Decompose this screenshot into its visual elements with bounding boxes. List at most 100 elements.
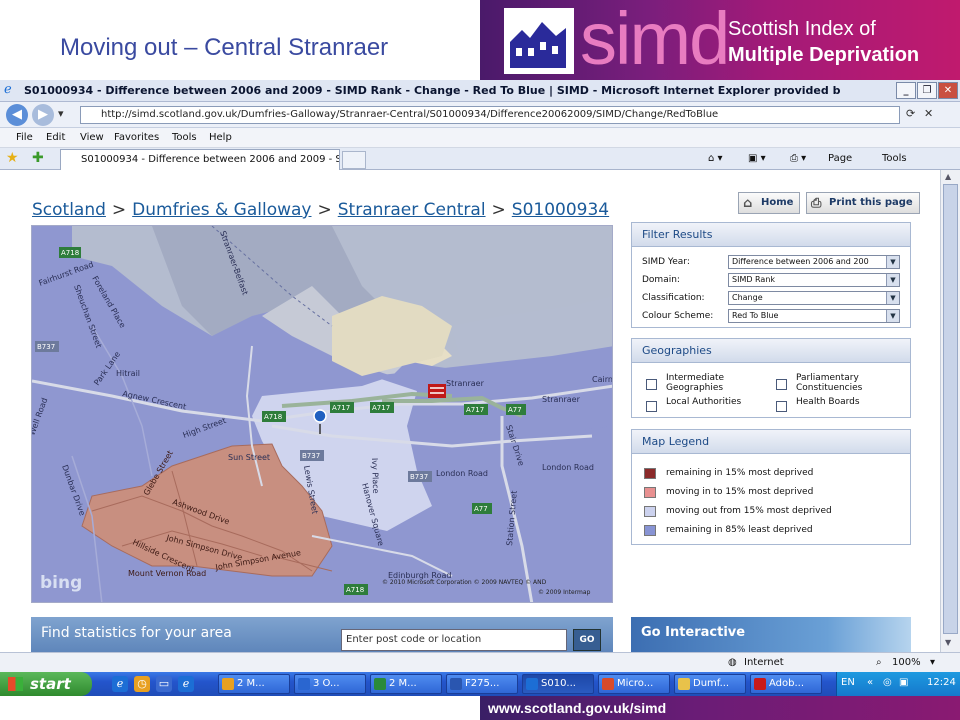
breadcrumb-scotland[interactable]: Scotland [32,200,106,220]
road-a717-a: A717 [332,404,350,412]
map-canvas[interactable]: A718 B737 A718 A717 A717 A717 A77 B737 B… [32,226,613,603]
taskbar-button-4[interactable]: F275... [446,674,518,694]
rail-station-icon [428,384,446,398]
url-field[interactable]: http://simd.scotland.gov.uk/Dumfries-Gal… [80,106,900,124]
go-interactive-banner[interactable]: Go Interactive [631,617,911,652]
domain-select[interactable]: SIMD Rank ▼ [728,273,900,287]
back-button[interactable]: ◀ [6,104,28,126]
scroll-up-icon[interactable]: ▲ [945,172,951,181]
breadcrumb: Scotland > Dumfries & Galloway > Stranraer C… [32,200,610,220]
taskbar-button-3[interactable]: 2 M... [370,674,442,694]
colour-scheme-select[interactable]: Red To Blue ▼ [728,309,900,323]
menu-favorites[interactable]: Favorites [114,132,159,143]
map-legend-heading: Map Legend [632,430,910,454]
stop-icon[interactable]: ✕ [924,107,933,120]
vertical-scrollbar[interactable]: ▲ ▼ [940,170,960,652]
zoom-level[interactable]: 100% [892,657,921,668]
menu-file[interactable]: File [16,132,33,143]
home-icon[interactable]: ⌂ ▾ [708,153,723,164]
minimize-button[interactable]: _ [896,82,916,99]
history-dropdown-icon[interactable]: ▾ [58,107,64,120]
menu-view[interactable]: View [80,132,104,143]
window-titlebar: ℯ S01000934 - Difference between 2006 an… [0,80,960,102]
ie-quicklaunch-icon[interactable]: ℯ [112,676,128,692]
tray-chevron-icon[interactable]: « [867,677,873,688]
tab-simd[interactable]: S01000934 - Difference between 2006 and … [60,149,340,170]
chevron-down-icon: ▼ [886,310,899,322]
intermediate-geographies-checkbox[interactable] [646,379,657,390]
simd-house-logo [504,8,574,74]
outlook-quicklaunch-icon[interactable]: ◷ [134,676,150,692]
clock[interactable]: 12:24 [927,677,956,688]
favorites-star-icon[interactable]: ★ [6,150,19,166]
scroll-down-icon[interactable]: ▼ [945,638,951,647]
forward-button[interactable]: ▶ [32,104,54,126]
road-a77-a: A77 [508,406,522,414]
breadcrumb-stranraer-central[interactable]: Stranraer Central [338,200,486,220]
globe-icon: ◍ [728,657,737,668]
road-a717-c: A717 [466,406,484,414]
filter-classification-label: Classification: [642,293,705,303]
taskbar-button-6[interactable]: Micro... [598,674,670,694]
windows-flag-icon [8,677,23,691]
breadcrumb-dumfries-galloway[interactable]: Dumfries & Galloway [132,200,311,220]
page-menu[interactable]: Page [828,153,852,164]
taskbar-button-1[interactable]: 2 M... [218,674,290,694]
refresh-icon[interactable]: ⟳ [906,107,915,120]
label-stranraer-station: Stranraer [446,379,485,388]
map-view[interactable]: A718 B737 A718 A717 A717 A717 A77 B737 B… [31,225,613,603]
system-tray: EN « ◎ ▣ 12:24 [836,672,960,696]
taskbar-button-5[interactable]: S010... [522,674,594,694]
menu-bar: File Edit View Favorites Tools Help [0,128,960,148]
maximize-button[interactable]: ❐ [917,82,937,99]
health-boards-checkbox[interactable] [776,401,787,412]
menu-help[interactable]: Help [209,132,232,143]
map-copyright-2: © 2009 Intermap [538,589,591,596]
new-tab-button[interactable] [342,151,366,169]
brand-line-2: Multiple Deprivation [728,44,920,66]
print-page-button[interactable]: ⎙ Print this page [806,192,920,214]
map-copyright-1: © 2010 Microsoft Corporation © 2009 NAVT… [382,579,547,586]
language-indicator[interactable]: EN [841,677,855,688]
chevron-down-icon: ▼ [886,256,899,268]
classification-select[interactable]: Change ▼ [728,291,900,305]
taskbar-button-7[interactable]: Dumf... [674,674,746,694]
slide-title: Moving out – Central Stranraer [60,34,389,61]
close-button[interactable]: ✕ [938,82,958,99]
zoom-icon[interactable]: ⌕ [876,657,882,668]
scrollbar-thumb[interactable] [943,184,958,634]
slide: Moving out – Central Stranraer simd Scot… [0,0,960,720]
print-icon[interactable]: ⎙ ▾ [790,153,806,164]
taskbar-button-8[interactable]: Adob... [750,674,822,694]
find-statistics-bar: Find statistics for your area Enter post… [31,617,613,652]
breadcrumb-datazone[interactable]: S01000934 [512,200,609,220]
menu-tools[interactable]: Tools [172,132,197,143]
road-a718-bottom: A718 [346,586,364,594]
postcode-search-input[interactable]: Enter post code or location [341,629,567,651]
legend-swatch-moving-in [644,487,656,498]
simd-year-select[interactable]: Difference between 2006 and 200 ▼ [728,255,900,269]
menu-edit[interactable]: Edit [46,132,65,143]
tray-app-icon[interactable]: ◎ [883,677,892,688]
browser-quicklaunch-icon[interactable]: ℯ [178,676,194,692]
local-authorities-checkbox[interactable] [646,401,657,412]
label-stranraer-town: Stranraer [542,395,581,404]
chevron-down-icon: ▼ [886,274,899,286]
road-b737-left: B737 [37,343,55,351]
go-button[interactable]: GO [573,629,601,651]
filter-domain-label: Domain: [642,275,680,285]
intermediate-geographies-label: Intermediate Geographies [666,373,725,393]
road-a717-b: A717 [372,404,390,412]
feeds-icon[interactable]: ▣ ▾ [748,153,766,164]
start-button[interactable]: start [0,672,92,696]
legend-label-least-deprived: remaining in 85% least deprived [666,525,813,535]
filter-results-panel: Filter Results SIMD Year: Difference bet… [631,222,911,328]
zoom-dropdown-icon[interactable]: ▾ [930,657,935,668]
parliamentary-constituencies-checkbox[interactable] [776,379,787,390]
home-page-button[interactable]: ⌂ Home [738,192,801,214]
desktop-quicklaunch-icon[interactable]: ▭ [156,676,172,692]
taskbar-button-2[interactable]: 3 O... [294,674,366,694]
add-favorites-icon[interactable]: ✚ [32,150,44,166]
tools-menu[interactable]: Tools [882,153,907,164]
tray-shield-icon[interactable]: ▣ [899,677,908,688]
